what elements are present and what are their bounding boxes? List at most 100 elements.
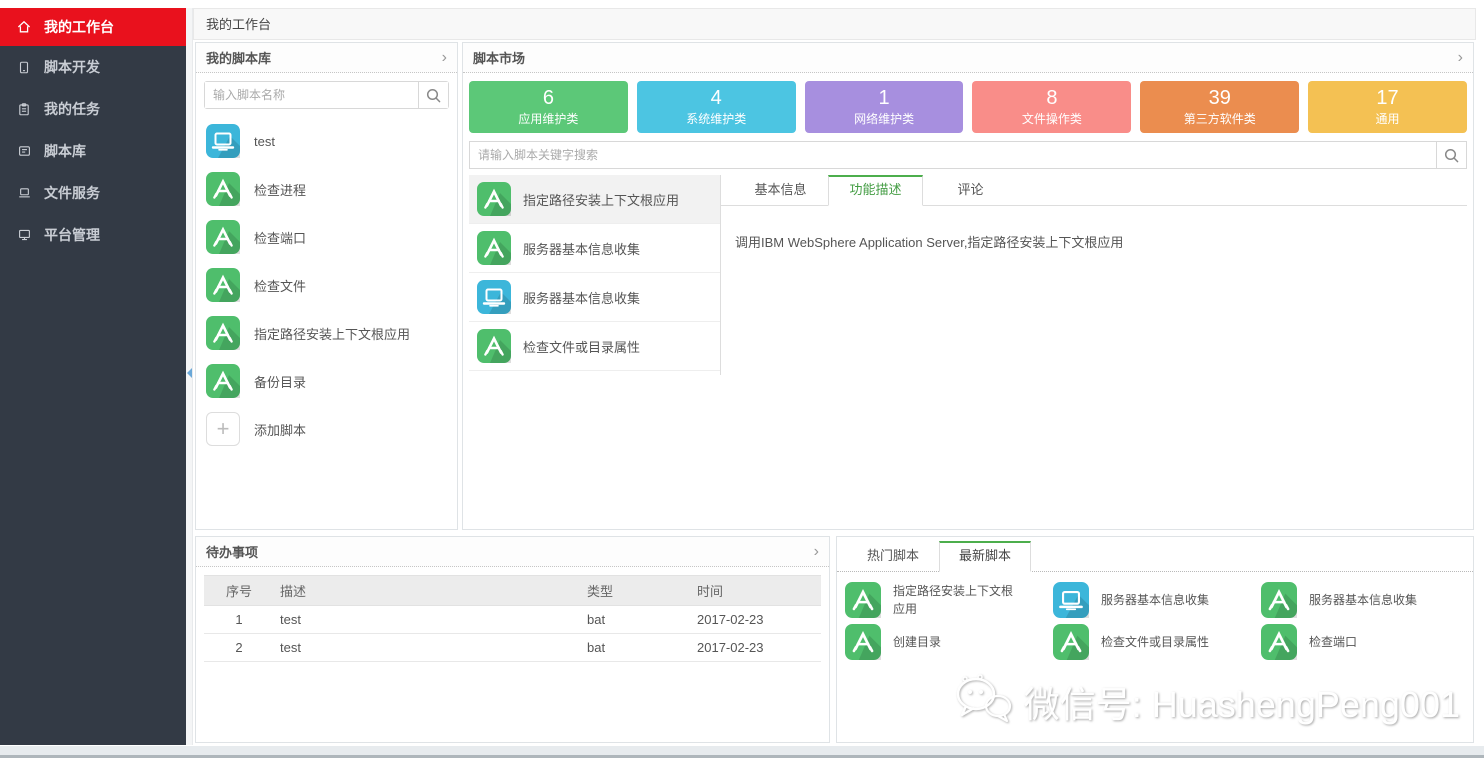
detail-tabbar: 基本信息 功能描述 评论	[721, 175, 1467, 206]
page: 我的工作台 脚本开发 我的任务 脚本库 文件服务	[0, 0, 1484, 758]
home-icon	[16, 19, 32, 35]
category-count: 4	[637, 86, 796, 110]
add-script-item[interactable]: + 添加脚本	[196, 405, 457, 453]
todo-header: 待办事项 ›	[196, 537, 829, 567]
col-type: 类型	[581, 576, 691, 606]
search-button[interactable]	[418, 82, 448, 108]
category-card-network-maintenance[interactable]: 1 网络维护类	[805, 81, 964, 133]
tab-feature-desc[interactable]: 功能描述	[828, 175, 923, 206]
sidebar-item-workbench[interactable]: 我的工作台	[0, 8, 186, 46]
list-item[interactable]: 检查文件	[196, 261, 457, 309]
sidebar-splitter[interactable]	[186, 8, 193, 745]
keyword-search-input[interactable]	[470, 142, 1436, 168]
laptop-script-icon	[1053, 582, 1089, 618]
app-store-icon	[206, 364, 240, 398]
table-row[interactable]: 1 test bat 2017-02-23	[204, 606, 821, 634]
grid-item[interactable]: 创建目录	[845, 624, 1049, 660]
chevron-right-icon[interactable]: ›	[1458, 50, 1463, 66]
tab-latest-scripts[interactable]: 最新脚本	[939, 541, 1031, 572]
latest-scripts-panel: 热门脚本 最新脚本 指定路径安装上下文根应用 服务器基本信息收集 服务器基本信息…	[836, 536, 1474, 743]
laptop-icon	[16, 185, 32, 201]
col-desc: 描述	[274, 576, 581, 606]
sidebar-item-script-lib[interactable]: 脚本库	[0, 130, 186, 172]
market-script-item[interactable]: 服务器基本信息收集	[469, 224, 720, 273]
category-label: 网络维护类	[805, 110, 964, 127]
my-scripts-list: test 检查进程 检查端口 检查文件 指定路径安装上下文根应用	[196, 117, 457, 453]
script-label: test	[254, 134, 275, 149]
sidebar-item-script-dev[interactable]: 脚本开发	[0, 46, 186, 88]
list-item[interactable]: 指定路径安装上下文根应用	[196, 309, 457, 357]
script-label: 检查进程	[254, 180, 306, 199]
sidebar: 我的工作台 脚本开发 我的任务 脚本库 文件服务	[0, 8, 186, 745]
script-label: 检查端口	[254, 228, 306, 247]
market-body: 指定路径安装上下文根应用 服务器基本信息收集 服务器基本信息收集 检查文件或目录…	[469, 175, 1467, 375]
market-script-item[interactable]: 指定路径安装上下文根应用	[469, 175, 720, 224]
list-item[interactable]: 检查端口	[196, 213, 457, 261]
app-store-icon	[206, 220, 240, 254]
breadcrumb-bar: 我的工作台	[193, 8, 1476, 40]
chevron-right-icon[interactable]: ›	[442, 50, 447, 66]
script-label: 指定路径安装上下文根应用	[893, 582, 1023, 618]
sidebar-item-my-tasks[interactable]: 我的任务	[0, 88, 186, 130]
script-label: 服务器基本信息收集	[1309, 591, 1439, 609]
mobile-icon	[16, 59, 32, 75]
market-script-item[interactable]: 服务器基本信息收集	[469, 273, 720, 322]
table-header-row: 序号 描述 类型 时间	[204, 576, 821, 606]
script-label: 检查端口	[1309, 633, 1439, 651]
sidebar-item-file-service[interactable]: 文件服务	[0, 172, 186, 214]
feature-description: 调用IBM WebSphere Application Server,指定路径安…	[721, 206, 1467, 277]
category-card-file-ops[interactable]: 8 文件操作类	[972, 81, 1131, 133]
grid-item[interactable]: 服务器基本信息收集	[1261, 582, 1465, 618]
grid-item[interactable]: 检查文件或目录属性	[1053, 624, 1257, 660]
list-item[interactable]: 备份目录	[196, 357, 457, 405]
script-label: 创建目录	[893, 633, 1023, 651]
category-card-system-maintenance[interactable]: 4 系统维护类	[637, 81, 796, 133]
category-cards: 6 应用维护类 4 系统维护类 1 网络维护类 8 文件操作类 39 第三方	[469, 81, 1467, 133]
list-item[interactable]: test	[196, 117, 457, 165]
app-store-icon	[477, 329, 511, 363]
sidebar-item-label: 平台管理	[44, 225, 100, 245]
category-card-general[interactable]: 17 通用	[1308, 81, 1467, 133]
sidebar-item-label: 文件服务	[44, 183, 100, 203]
script-label: 检查文件或目录属性	[1101, 633, 1231, 651]
sidebar-item-platform-mgmt[interactable]: 平台管理	[0, 214, 186, 256]
col-time: 时间	[691, 576, 821, 606]
clipboard-icon	[16, 101, 32, 117]
monitor-icon	[16, 227, 32, 243]
horizontal-scrollbar-track[interactable]	[0, 746, 1484, 755]
script-label: 服务器基本信息收集	[523, 239, 640, 258]
table-row[interactable]: 2 test bat 2017-02-23	[204, 634, 821, 662]
grid-item[interactable]: 检查端口	[1261, 624, 1465, 660]
category-count: 1	[805, 86, 964, 110]
todo-panel: 待办事项 › 序号 描述 类型 时间 1 test bat	[195, 536, 830, 743]
category-count: 39	[1140, 86, 1299, 110]
list-item[interactable]: 检查进程	[196, 165, 457, 213]
tab-hot-scripts[interactable]: 热门脚本	[847, 541, 939, 571]
grid-item[interactable]: 指定路径安装上下文根应用	[845, 582, 1049, 618]
app-store-icon	[1261, 582, 1297, 618]
script-name-input[interactable]	[205, 82, 418, 108]
market-header: 脚本市场 ›	[463, 43, 1473, 73]
category-card-third-party[interactable]: 39 第三方软件类	[1140, 81, 1299, 133]
search-button[interactable]	[1436, 142, 1466, 168]
col-no: 序号	[204, 576, 274, 606]
chevron-right-icon[interactable]: ›	[814, 544, 819, 560]
market-script-item[interactable]: 检查文件或目录属性	[469, 322, 720, 371]
my-scripts-header: 我的脚本库 ›	[196, 43, 457, 73]
app-store-icon	[206, 316, 240, 350]
tab-comments[interactable]: 评论	[923, 175, 1018, 205]
page-title: 我的工作台	[206, 17, 271, 32]
grid-item[interactable]: 服务器基本信息收集	[1053, 582, 1257, 618]
market-search	[469, 141, 1467, 169]
script-label: 服务器基本信息收集	[1101, 591, 1231, 609]
search-icon	[1444, 148, 1459, 163]
sidebar-item-label: 我的工作台	[44, 17, 114, 37]
laptop-script-icon	[206, 124, 240, 158]
category-card-app-maintenance[interactable]: 6 应用维护类	[469, 81, 628, 133]
script-label: 指定路径安装上下文根应用	[254, 324, 410, 343]
app-store-icon	[845, 624, 881, 660]
category-count: 17	[1308, 86, 1467, 110]
panel-title: 脚本市场	[473, 48, 525, 67]
tab-basic-info[interactable]: 基本信息	[733, 175, 828, 205]
latest-tabbar: 热门脚本 最新脚本	[837, 541, 1473, 572]
